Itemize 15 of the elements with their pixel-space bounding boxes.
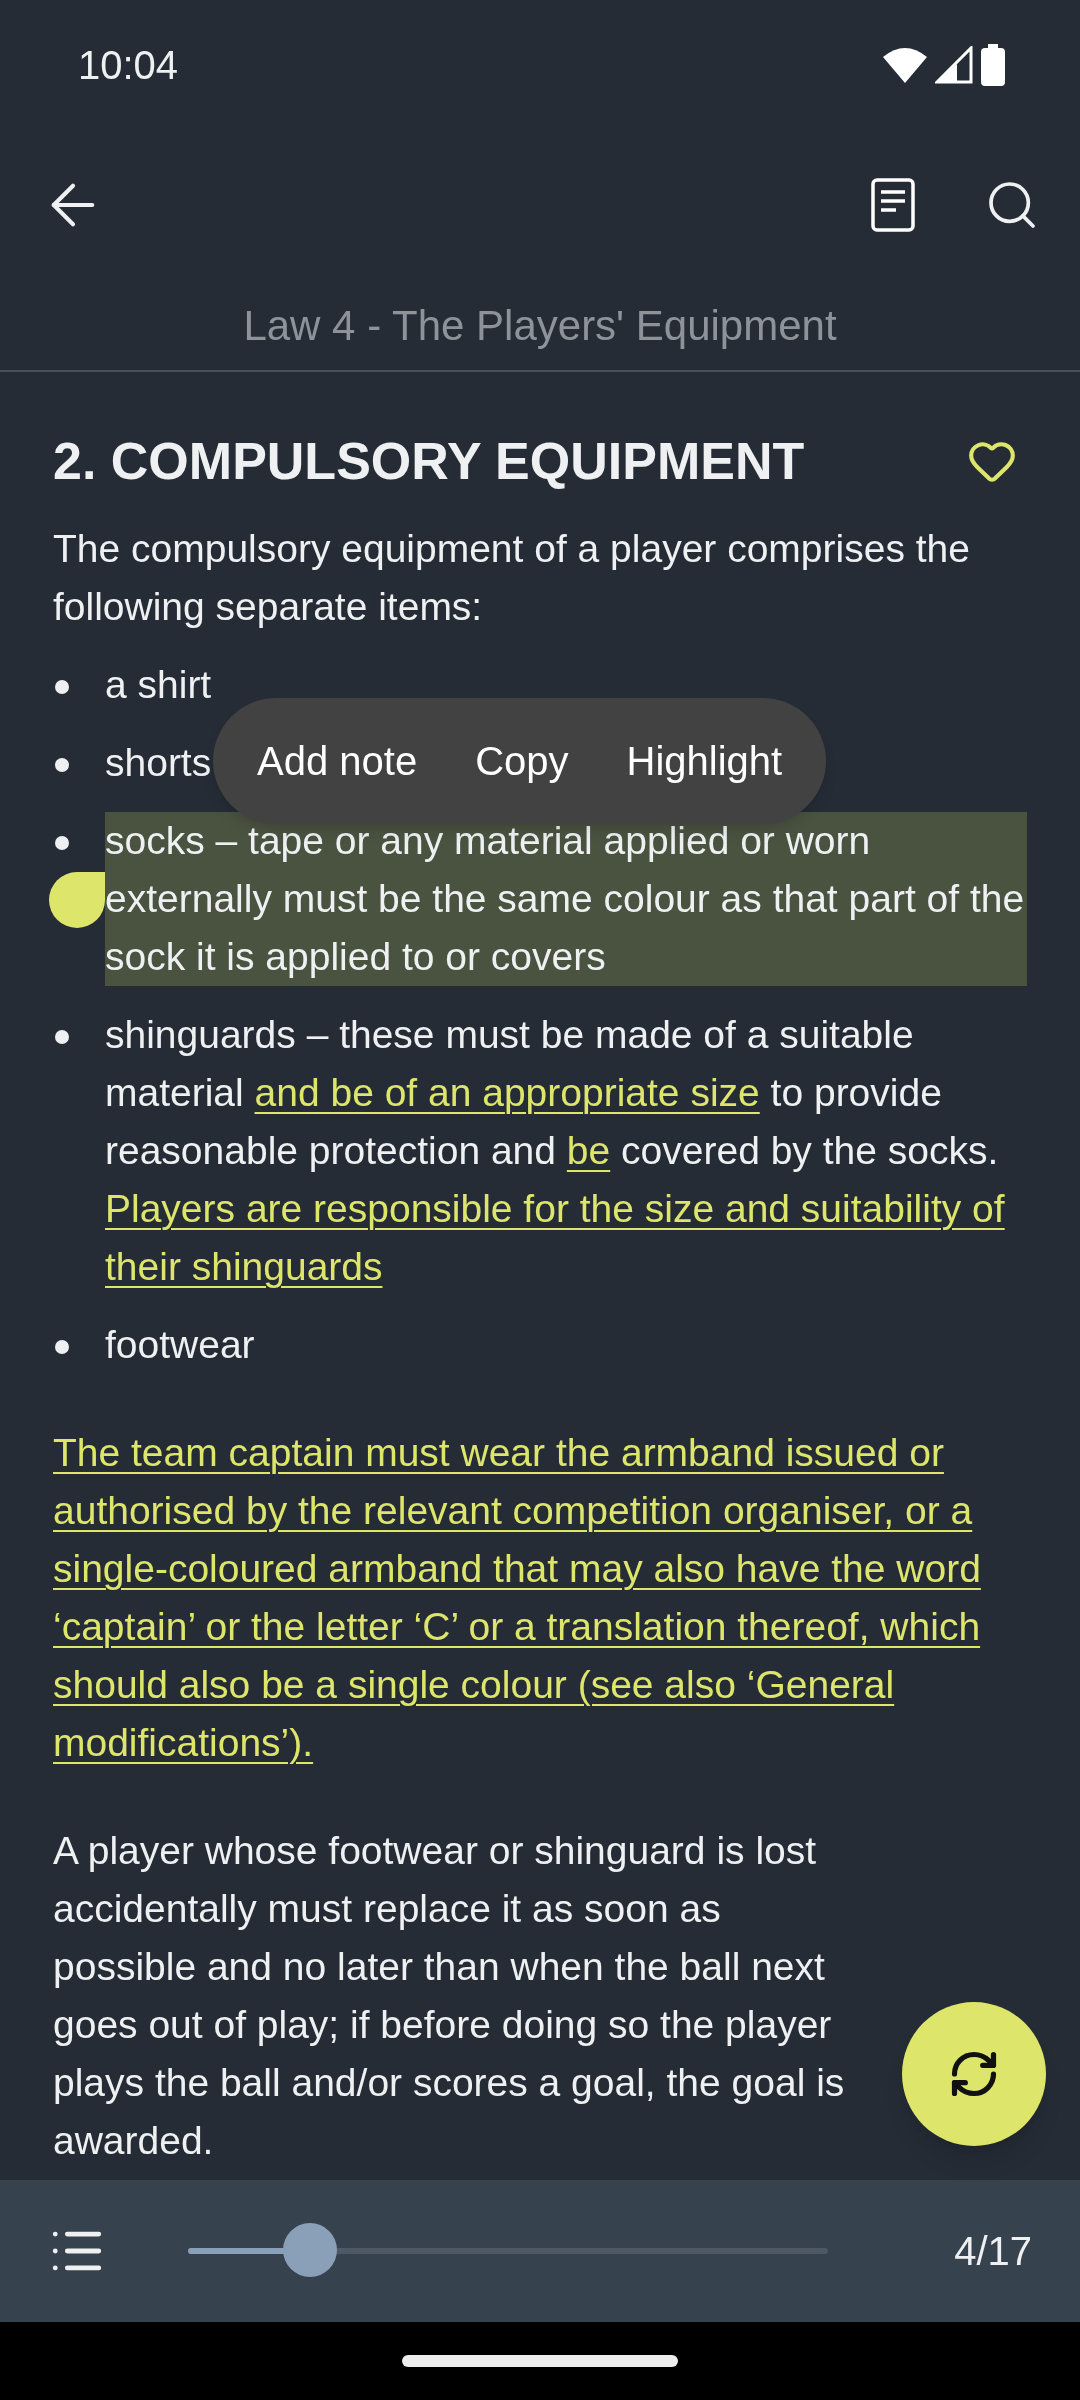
- list-item-text: footwear: [105, 1322, 255, 1368]
- chapter-title: Law 4 - The Players' Equipment: [243, 300, 837, 351]
- list-item-text: a shirt: [105, 662, 212, 708]
- context-menu-item[interactable]: Copy: [475, 732, 569, 790]
- section-heading: 2. COMPULSORY EQUIPMENT: [53, 432, 805, 490]
- list-item-text: shorts: [105, 740, 212, 786]
- status-time: 10:04: [78, 42, 179, 89]
- body-paragraph: A player whose footwear or shinguard is lost accidentally must replace it as soon as possible and no later than when the ball next goes out of play; if before doing so the player plays the ball and/or scores a goal, the goal is awarded.: [53, 1828, 846, 2164]
- list-item-text: socks – tape or any material applied or worn externally must be the same colour as that part of the sock it is applied to or covers: [105, 812, 1027, 986]
- intro-paragraph: The compulsory equipment of a player comprises the following separate items:: [53, 526, 971, 630]
- page-counter: 4/17: [954, 2228, 1032, 2275]
- list-item-text: shinguards – these must be made of a suitable material and be of an appropriate size to provide reasonable protection and be covered by the socks. Players are responsible for the size and suitability of their shinguards: [105, 1012, 1006, 1290]
- context-menu-item[interactable]: Add note: [257, 732, 418, 790]
- body-paragraph: The team captain must wear the armband issued or authorised by the relevant competition organiser, or a single-coloured armband that may also have the word ‘captain’ or the letter ‘C’ or a translation thereof, which should also be a single colour (see also ‘General modifications’).: [53, 1430, 982, 1766]
- context-menu-item[interactable]: Highlight: [626, 732, 783, 790]
